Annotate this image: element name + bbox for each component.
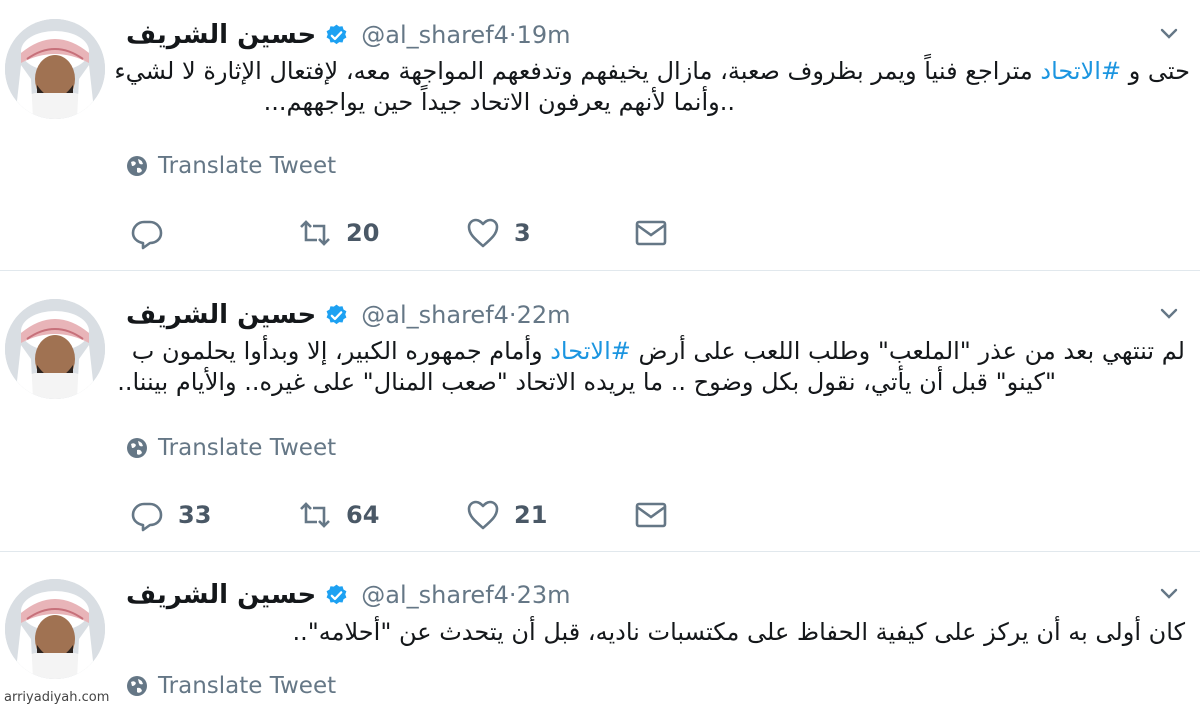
like-count: 21: [514, 501, 548, 529]
retweet-count: 64: [346, 501, 380, 529]
user-name[interactable]: حسين الشريف: [126, 300, 316, 330]
hashtag-link[interactable]: #الاتحاد: [1040, 57, 1121, 85]
tweet-header: حسين الشريف @al_sharef4 · 22m: [126, 298, 570, 332]
tweet[interactable]: حسين الشريف @al_sharef4 · 22m لم تنتهي ب…: [0, 280, 1200, 550]
tweet-text-line: "كينو" قبل أن يأتي، نقول بكل وضوح .. ما …: [117, 367, 1056, 398]
retweet-button[interactable]: 64: [298, 498, 379, 532]
tweet-timestamp[interactable]: 23m: [517, 581, 571, 609]
avatar[interactable]: [5, 19, 105, 119]
avatar[interactable]: [5, 299, 105, 399]
reply-count: 33: [178, 501, 212, 529]
user-name[interactable]: حسين الشريف: [126, 20, 316, 50]
text-segment: كان أولى به أن يركز على كيفية الحفاظ على…: [292, 618, 1185, 646]
tweet-text: لم تنتهي بعد من عذر "الملعب" وطلب اللعب …: [117, 336, 1190, 398]
reply-button[interactable]: [130, 216, 178, 250]
user-name[interactable]: حسين الشريف: [126, 580, 316, 610]
verified-badge-icon: [326, 24, 347, 44]
like-count: 3: [514, 219, 531, 247]
like-icon: [467, 500, 499, 530]
direct-message-button[interactable]: [634, 216, 668, 250]
tweet-actions: 20 3: [126, 216, 686, 250]
tweet-text: حتى و #الاتحاد متراجع فنياً ويمر بظروف ص…: [114, 56, 1190, 118]
retweet-icon: [300, 220, 330, 246]
globe-icon: [127, 156, 147, 176]
verified-badge-icon: [326, 584, 347, 604]
retweet-button[interactable]: 20: [298, 216, 379, 250]
tweet-timestamp[interactable]: 19m: [517, 21, 571, 49]
user-handle[interactable]: @al_sharef4: [361, 301, 509, 329]
tweet[interactable]: حسين الشريف @al_sharef4 · 23m كان أولى ب…: [0, 560, 1200, 711]
caret-down-icon[interactable]: [1158, 302, 1180, 324]
tweet-divider: [0, 270, 1200, 271]
text-segment: ..وأنما لأنهم يعرفون الاتحاد جيداً حين ي…: [263, 88, 735, 116]
tweet-actions: 33 64 21: [126, 498, 686, 532]
text-segment: متراجع فنياً ويمر بظروف صعبة، مازال يخيف…: [114, 57, 1041, 85]
translate-tweet-button[interactable]: Translate Tweet: [126, 153, 336, 179]
globe-icon: [127, 438, 147, 458]
caret-down-icon[interactable]: [1158, 582, 1180, 604]
tweet-divider: [0, 551, 1200, 552]
retweet-icon: [300, 502, 330, 528]
translate-tweet-button[interactable]: Translate Tweet: [126, 673, 336, 699]
like-icon: [467, 218, 499, 248]
direct-message-icon: [635, 220, 667, 246]
reply-button[interactable]: 33: [130, 498, 211, 532]
user-handle[interactable]: @al_sharef4: [361, 21, 509, 49]
separator-dot: ·: [508, 581, 517, 609]
tweet[interactable]: حسين الشريف @al_sharef4 · 19m حتى و #الا…: [0, 0, 1200, 270]
like-button[interactable]: 3: [466, 216, 531, 250]
user-handle[interactable]: @al_sharef4: [361, 581, 509, 609]
translate-tweet-button[interactable]: Translate Tweet: [126, 435, 336, 461]
text-segment: "كينو" قبل أن يأتي، نقول بكل وضوح .. ما …: [117, 368, 1056, 396]
hashtag-link[interactable]: #الاتحاد: [550, 337, 631, 365]
tweet-timestamp[interactable]: 22m: [517, 301, 571, 329]
translate-label: Translate Tweet: [158, 673, 337, 699]
tweet-text-line: كان أولى به أن يركز على كيفية الحفاظ على…: [126, 617, 1185, 648]
globe-icon: [127, 676, 147, 696]
reply-icon: [131, 502, 163, 532]
tweet-text-line: لم تنتهي بعد من عذر "الملعب" وطلب اللعب …: [126, 336, 1185, 367]
text-segment: وأمام جمهوره الكبير، إلا وبدأوا يحلمون ب: [131, 337, 551, 365]
tweet-header: حسين الشريف @al_sharef4 · 19m: [126, 18, 570, 52]
verified-badge-icon: [326, 304, 347, 324]
tweet-text: كان أولى به أن يركز على كيفية الحفاظ على…: [126, 617, 1190, 648]
separator-dot: ·: [508, 21, 517, 49]
text-segment: حتى و: [1121, 57, 1190, 85]
watermark: arriyadiyah.com: [4, 690, 110, 705]
direct-message-button[interactable]: [634, 498, 668, 532]
text-segment: لم تنتهي بعد من عذر "الملعب" وطلب اللعب …: [630, 337, 1185, 365]
tweet-header: حسين الشريف @al_sharef4 · 23m: [126, 578, 570, 612]
tweet-text-line: حتى و #الاتحاد متراجع فنياً ويمر بظروف ص…: [114, 56, 1190, 87]
avatar[interactable]: [5, 579, 105, 679]
translate-label: Translate Tweet: [158, 435, 337, 461]
like-button[interactable]: 21: [466, 498, 547, 532]
caret-down-icon[interactable]: [1158, 22, 1180, 44]
retweet-count: 20: [346, 219, 380, 247]
tweet-text-line: ..وأنما لأنهم يعرفون الاتحاد جيداً حين ي…: [126, 87, 735, 118]
translate-label: Translate Tweet: [158, 153, 337, 179]
direct-message-icon: [635, 502, 667, 528]
reply-icon: [131, 220, 163, 250]
separator-dot: ·: [508, 301, 517, 329]
